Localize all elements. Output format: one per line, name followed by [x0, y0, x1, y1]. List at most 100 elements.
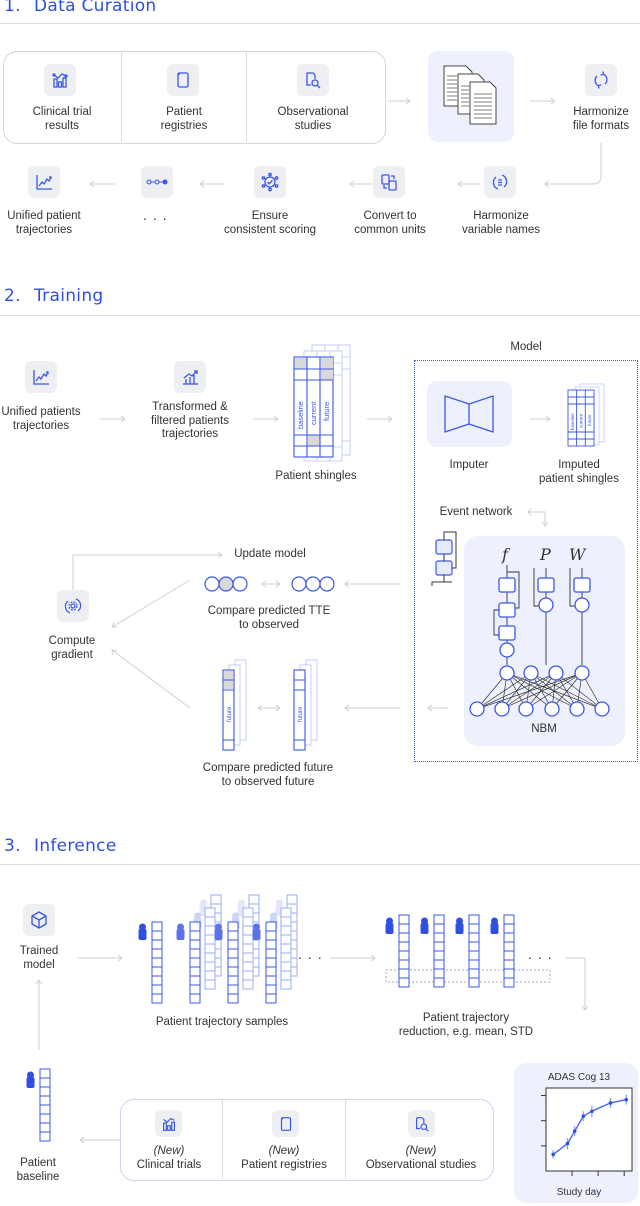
nbm-label: NBM [531, 723, 557, 735]
shingle-col-current: current [309, 401, 318, 425]
person-icon [455, 917, 464, 934]
person-icon [214, 923, 223, 940]
patient-baseline-label: Patient baseline [16, 1157, 60, 1183]
person-icon [176, 923, 185, 940]
symbol-p: P [539, 545, 551, 564]
ellipsis: ... [143, 207, 173, 223]
person-icon [26, 1071, 35, 1088]
documents-icon [272, 1110, 299, 1137]
merged-documents-icon [443, 65, 497, 125]
gear-refresh-icon [57, 590, 89, 622]
nbm-node [574, 665, 590, 681]
trajectory-column [280, 907, 292, 990]
person-icon [490, 917, 499, 934]
update-model-label: Update model [234, 548, 306, 560]
compute-gradient-label: Compute gradient [48, 635, 96, 661]
trajectory-column [242, 907, 254, 990]
section-title-inference: 3. Inference [4, 836, 117, 856]
chart-point [581, 1114, 586, 1119]
document-search-icon [408, 1110, 435, 1137]
pipeline-icon [141, 166, 173, 198]
chart-point [608, 1101, 613, 1105]
nbm-node [494, 701, 510, 717]
compare-future-label: Compare predicted future to observed futu… [202, 762, 334, 788]
step-harmonize-formats-label: Harmonize file formats [572, 106, 630, 132]
symbol-f: f [501, 545, 511, 564]
new-clinical-trials-label: (New) Clinical trials [136, 1145, 202, 1171]
nbm-edge [476, 672, 557, 710]
nbm-node [594, 701, 610, 717]
trajectory-column [39, 1068, 51, 1142]
future-comparison-graphic: future future [222, 659, 318, 751]
event-network-icon [431, 531, 457, 586]
nbm-node [523, 665, 539, 681]
chart-icon [155, 1110, 182, 1137]
nbm-node [544, 701, 560, 717]
chart-point [565, 1141, 570, 1146]
event-network-label: Event network [439, 506, 513, 518]
patient-baseline-graphic [26, 1068, 51, 1142]
ellipsis: ... [298, 946, 328, 962]
compare-tte-label: Compare predicted TTE to observed [207, 605, 331, 631]
trajectory-column [265, 921, 277, 1004]
svg-text:current: current [579, 413, 584, 428]
trajectory-column [468, 914, 480, 988]
chart-point [572, 1129, 577, 1133]
trajectory-column [433, 914, 445, 988]
reduction-window [385, 969, 551, 983]
refresh-icon [585, 64, 617, 96]
nbm-node [469, 701, 485, 717]
divider [345, 1100, 346, 1179]
step-harmonize-names-label: Harmonize variable names [462, 210, 540, 236]
patient-trajectory-samples [138, 894, 298, 1004]
badge-check-icon [254, 166, 286, 198]
nbm-node [548, 665, 564, 681]
convert-icon [373, 166, 405, 198]
section-title-training: 2. Training [4, 286, 104, 306]
patient-shingles-label: Patient shingles [275, 470, 357, 482]
shingle-col-baseline: baseline [296, 401, 305, 429]
reduction-label: Patient trajectory reduction, e.g. mean, … [398, 1012, 534, 1038]
samples-label: Patient trajectory samples [155, 1016, 289, 1028]
imputed-shingles-label: Imputed patient shingles [539, 459, 619, 485]
step-scoring-label: Ensure consistent scoring [223, 210, 317, 236]
ellipsis: ... [528, 946, 558, 962]
trajectory-column [503, 914, 515, 988]
trajectory-column [398, 914, 410, 988]
svg-text:future: future [227, 706, 233, 722]
curation-arrows [89, 97, 602, 188]
symbol-w: W [569, 545, 587, 564]
chart-point [551, 1152, 555, 1157]
shingle-col-future: future [322, 402, 331, 421]
person-icon [138, 923, 147, 940]
section-divider [0, 315, 640, 316]
new-observational-label: (New) Observational studies [365, 1145, 477, 1171]
imputed-shingles-graphic: baseline current future [567, 383, 605, 447]
step-convert-units-label: Convert to common units [354, 210, 426, 236]
tte-circles [204, 576, 335, 592]
person-icon [385, 917, 394, 934]
nbm-node [499, 665, 515, 681]
trajectory-column [151, 921, 163, 1004]
person-icon [420, 917, 429, 934]
chart-xlabel: Study day [557, 1187, 601, 1198]
trajectory-column [227, 921, 239, 1004]
model-title: Model [510, 341, 542, 353]
svg-text:future: future [298, 706, 304, 722]
chart-point [590, 1109, 594, 1114]
imputer-icon [444, 395, 494, 433]
patient-shingles-graphic: baseline current future [293, 344, 351, 462]
new-registries-label: (New) Patient registries [241, 1145, 327, 1171]
trend-chart-icon [28, 166, 60, 198]
imputer-label: Imputer [449, 459, 489, 471]
adas-chart: ADAS Cog 13 Study day [541, 1072, 633, 1198]
chart-point [624, 1097, 629, 1102]
svg-text:future: future [587, 414, 592, 426]
svg-text:baseline: baseline [570, 413, 575, 430]
nbm-node [569, 701, 585, 717]
trajectory-column [189, 921, 201, 1004]
chart-title: ADAS Cog 13 [548, 1072, 611, 1083]
trajectory-column [204, 907, 216, 990]
nbm-node [518, 701, 534, 717]
list-refresh-icon [484, 166, 516, 198]
